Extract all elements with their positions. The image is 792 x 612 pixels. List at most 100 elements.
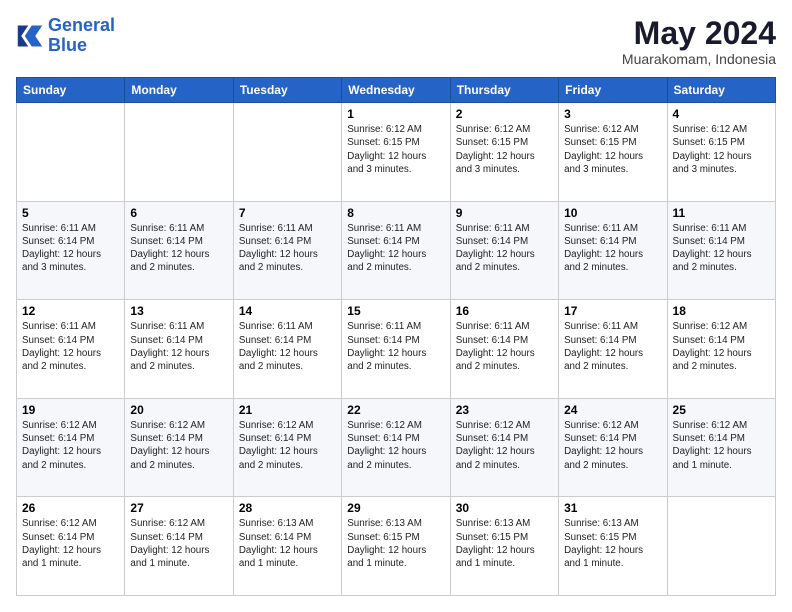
logo-text: General Blue [48, 16, 115, 56]
day-info: Sunrise: 6:12 AM Sunset: 6:15 PM Dayligh… [347, 123, 444, 176]
logo-icon [16, 22, 44, 50]
logo-line1: General [48, 15, 115, 35]
day-number: 17 [564, 304, 661, 318]
day-number: 16 [456, 304, 553, 318]
day-info: Sunrise: 6:13 AM Sunset: 6:14 PM Dayligh… [239, 517, 336, 570]
week-row-4: 26 Sunrise: 6:12 AM Sunset: 6:14 PM Dayli… [17, 497, 776, 596]
header: General Blue May 2024 Muarakomam, Indone… [16, 16, 776, 67]
day-number: 24 [564, 403, 661, 417]
day-number: 1 [347, 107, 444, 121]
month-title: May 2024 [622, 16, 776, 51]
weekday-header-thursday: Thursday [450, 78, 558, 103]
day-info: Sunrise: 6:12 AM Sunset: 6:15 PM Dayligh… [564, 123, 661, 176]
day-info: Sunrise: 6:11 AM Sunset: 6:14 PM Dayligh… [130, 222, 227, 275]
day-cell: 19 Sunrise: 6:12 AM Sunset: 6:14 PM Dayli… [17, 398, 125, 497]
day-number: 8 [347, 206, 444, 220]
day-number: 4 [673, 107, 770, 121]
weekday-header-row: SundayMondayTuesdayWednesdayThursdayFrid… [17, 78, 776, 103]
weekday-header-wednesday: Wednesday [342, 78, 450, 103]
day-info: Sunrise: 6:11 AM Sunset: 6:14 PM Dayligh… [239, 320, 336, 373]
day-info: Sunrise: 6:11 AM Sunset: 6:14 PM Dayligh… [456, 320, 553, 373]
day-cell: 7 Sunrise: 6:11 AM Sunset: 6:14 PM Daylig… [233, 201, 341, 300]
day-number: 13 [130, 304, 227, 318]
day-number: 9 [456, 206, 553, 220]
day-cell: 12 Sunrise: 6:11 AM Sunset: 6:14 PM Dayli… [17, 300, 125, 399]
day-number: 29 [347, 501, 444, 515]
day-cell: 23Sunrise: 6:12 AM Sunset: 6:14 PM Dayli… [450, 398, 558, 497]
day-cell: 10Sunrise: 6:11 AM Sunset: 6:14 PM Dayli… [559, 201, 667, 300]
day-cell: 30 Sunrise: 6:13 AM Sunset: 6:15 PM Dayli… [450, 497, 558, 596]
day-cell: 15 Sunrise: 6:11 AM Sunset: 6:14 PM Dayli… [342, 300, 450, 399]
day-info: Sunrise: 6:12 AM Sunset: 6:14 PM Dayligh… [673, 419, 770, 472]
day-cell: 18 Sunrise: 6:12 AM Sunset: 6:14 PM Dayli… [667, 300, 775, 399]
day-number: 26 [22, 501, 119, 515]
day-cell: 2 Sunrise: 6:12 AM Sunset: 6:15 PM Daylig… [450, 103, 558, 202]
day-info: Sunrise: 6:12 AM Sunset: 6:14 PM Dayligh… [673, 320, 770, 373]
day-cell: 1 Sunrise: 6:12 AM Sunset: 6:15 PM Daylig… [342, 103, 450, 202]
day-number: 12 [22, 304, 119, 318]
day-info: Sunrise: 6:13 AM Sunset: 6:15 PM Dayligh… [564, 517, 661, 570]
logo: General Blue [16, 16, 115, 56]
day-number: 14 [239, 304, 336, 318]
day-number: 21 [239, 403, 336, 417]
day-cell: 20 Sunrise: 6:12 AM Sunset: 6:14 PM Dayli… [125, 398, 233, 497]
day-info: Sunrise: 6:11 AM Sunset: 6:14 PM Dayligh… [673, 222, 770, 275]
day-number: 28 [239, 501, 336, 515]
day-cell: 4 Sunrise: 6:12 AM Sunset: 6:15 PM Daylig… [667, 103, 775, 202]
day-info: Sunrise: 6:11 AM Sunset: 6:14 PM Dayligh… [22, 222, 119, 275]
day-info: Sunrise: 6:11 AM Sunset: 6:14 PM Dayligh… [22, 320, 119, 373]
page: General Blue May 2024 Muarakomam, Indone… [0, 0, 792, 612]
weekday-header-sunday: Sunday [17, 78, 125, 103]
day-number: 30 [456, 501, 553, 515]
day-cell: 22Sunrise: 6:12 AM Sunset: 6:14 PM Dayli… [342, 398, 450, 497]
weekday-header-saturday: Saturday [667, 78, 775, 103]
day-cell: 9Sunrise: 6:11 AM Sunset: 6:14 PM Daylig… [450, 201, 558, 300]
day-cell: 27Sunrise: 6:12 AM Sunset: 6:14 PM Dayli… [125, 497, 233, 596]
day-info: Sunrise: 6:12 AM Sunset: 6:14 PM Dayligh… [347, 419, 444, 472]
weekday-header-friday: Friday [559, 78, 667, 103]
day-info: Sunrise: 6:12 AM Sunset: 6:15 PM Dayligh… [673, 123, 770, 176]
day-info: Sunrise: 6:11 AM Sunset: 6:14 PM Dayligh… [564, 320, 661, 373]
day-number: 15 [347, 304, 444, 318]
day-info: Sunrise: 6:13 AM Sunset: 6:15 PM Dayligh… [456, 517, 553, 570]
day-info: Sunrise: 6:12 AM Sunset: 6:14 PM Dayligh… [130, 517, 227, 570]
week-row-1: 5 Sunrise: 6:11 AM Sunset: 6:14 PM Daylig… [17, 201, 776, 300]
day-info: Sunrise: 6:11 AM Sunset: 6:14 PM Dayligh… [347, 222, 444, 275]
day-number: 2 [456, 107, 553, 121]
day-cell: 24Sunrise: 6:12 AM Sunset: 6:14 PM Dayli… [559, 398, 667, 497]
day-cell [125, 103, 233, 202]
day-info: Sunrise: 6:12 AM Sunset: 6:14 PM Dayligh… [22, 419, 119, 472]
day-cell: 28 Sunrise: 6:13 AM Sunset: 6:14 PM Dayli… [233, 497, 341, 596]
week-row-2: 12 Sunrise: 6:11 AM Sunset: 6:14 PM Dayli… [17, 300, 776, 399]
day-info: Sunrise: 6:12 AM Sunset: 6:15 PM Dayligh… [456, 123, 553, 176]
day-cell: 13 Sunrise: 6:11 AM Sunset: 6:14 PM Dayli… [125, 300, 233, 399]
day-number: 3 [564, 107, 661, 121]
day-cell: 26 Sunrise: 6:12 AM Sunset: 6:14 PM Dayli… [17, 497, 125, 596]
day-cell: 14 Sunrise: 6:11 AM Sunset: 6:14 PM Dayli… [233, 300, 341, 399]
day-number: 19 [22, 403, 119, 417]
week-row-0: 1 Sunrise: 6:12 AM Sunset: 6:15 PM Daylig… [17, 103, 776, 202]
day-info: Sunrise: 6:11 AM Sunset: 6:14 PM Dayligh… [239, 222, 336, 275]
day-cell [233, 103, 341, 202]
day-number: 25 [673, 403, 770, 417]
day-number: 5 [22, 206, 119, 220]
weekday-header-tuesday: Tuesday [233, 78, 341, 103]
day-number: 18 [673, 304, 770, 318]
day-number: 7 [239, 206, 336, 220]
day-info: Sunrise: 6:12 AM Sunset: 6:14 PM Dayligh… [130, 419, 227, 472]
day-cell: 8 Sunrise: 6:11 AM Sunset: 6:14 PM Daylig… [342, 201, 450, 300]
day-info: Sunrise: 6:12 AM Sunset: 6:14 PM Dayligh… [22, 517, 119, 570]
day-cell: 25 Sunrise: 6:12 AM Sunset: 6:14 PM Dayli… [667, 398, 775, 497]
day-number: 11 [673, 206, 770, 220]
day-cell: 16 Sunrise: 6:11 AM Sunset: 6:14 PM Dayli… [450, 300, 558, 399]
title-block: May 2024 Muarakomam, Indonesia [622, 16, 776, 67]
day-info: Sunrise: 6:11 AM Sunset: 6:14 PM Dayligh… [347, 320, 444, 373]
logo-line2: Blue [48, 36, 115, 56]
day-cell: 5 Sunrise: 6:11 AM Sunset: 6:14 PM Daylig… [17, 201, 125, 300]
day-number: 6 [130, 206, 227, 220]
day-number: 20 [130, 403, 227, 417]
day-info: Sunrise: 6:11 AM Sunset: 6:14 PM Dayligh… [130, 320, 227, 373]
day-cell: 6 Sunrise: 6:11 AM Sunset: 6:14 PM Daylig… [125, 201, 233, 300]
day-cell: 31Sunrise: 6:13 AM Sunset: 6:15 PM Dayli… [559, 497, 667, 596]
day-info: Sunrise: 6:12 AM Sunset: 6:14 PM Dayligh… [239, 419, 336, 472]
